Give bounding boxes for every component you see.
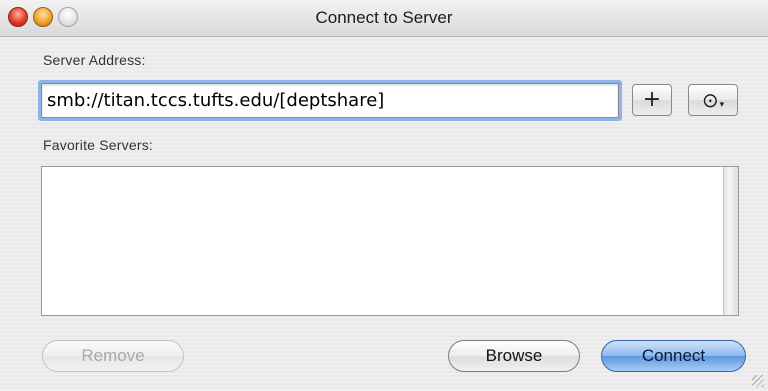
title-bar[interactable]: Connect to Server <box>0 0 768 37</box>
recent-servers-button[interactable]: ⊙ ▾ <box>688 84 738 116</box>
remove-button: Remove <box>42 340 184 372</box>
favorite-servers-list[interactable] <box>41 166 739 316</box>
browse-button[interactable]: Browse <box>448 340 580 372</box>
resize-grip[interactable] <box>752 375 764 387</box>
window-title: Connect to Server <box>315 8 453 27</box>
plus-icon: + <box>642 87 662 112</box>
server-address-input[interactable] <box>41 83 619 118</box>
favorite-servers-label: Favorite Servers: <box>43 137 153 153</box>
server-address-label: Server Address: <box>43 52 146 68</box>
browse-button-label: Browse <box>485 346 543 365</box>
connect-to-server-window: Connect to Server Server Address: + ⊙▾ F… <box>0 0 768 391</box>
remove-button-label: Remove <box>81 346 145 365</box>
connect-button-label: Connect <box>641 346 706 365</box>
connect-button[interactable]: Connect <box>601 340 746 372</box>
clock-icon: ⊙ <box>701 88 719 112</box>
chevron-down-icon: ▾ <box>719 100 725 110</box>
scrollbar[interactable] <box>723 167 738 315</box>
add-to-favorites-button[interactable]: + <box>632 84 672 116</box>
